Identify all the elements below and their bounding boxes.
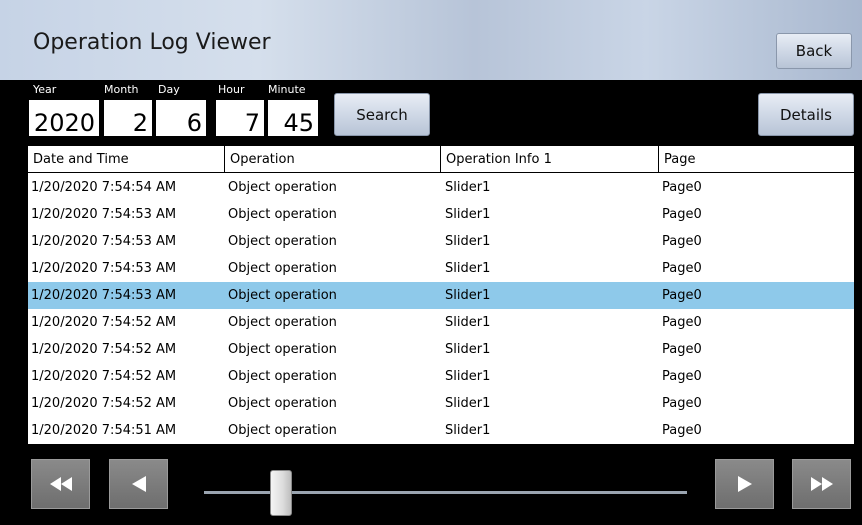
cell-date-time: 1/20/2020 7:54:53 AM xyxy=(31,207,177,222)
hour-label: Hour xyxy=(218,83,245,96)
cell-operation: Object operation xyxy=(228,288,337,303)
table-row[interactable]: 1/20/2020 7:54:51 AM Object operation Slid… xyxy=(28,417,854,444)
column-header-date-time[interactable]: Date and Time xyxy=(28,146,220,173)
cell-page: Page0 xyxy=(662,342,702,357)
minute-field[interactable]: 45 xyxy=(268,100,318,136)
search-button[interactable]: Search xyxy=(334,93,430,136)
table-row[interactable]: 1/20/2020 7:54:53 AM Object operation Slid… xyxy=(28,201,854,228)
cell-operation-info-1: Slider1 xyxy=(445,207,491,222)
fast-forward-button[interactable] xyxy=(792,459,851,509)
table-row[interactable]: 1/20/2020 7:54:52 AM Object operation Slid… xyxy=(28,363,854,390)
cell-date-time: 1/20/2020 7:54:53 AM xyxy=(31,288,177,303)
day-label: Day xyxy=(158,83,180,96)
log-table: Date and Time Operation Operation Info 1… xyxy=(28,146,854,444)
cell-page: Page0 xyxy=(662,396,702,411)
cell-operation: Object operation xyxy=(228,207,337,222)
previous-icon xyxy=(131,476,146,492)
next-button[interactable] xyxy=(715,459,774,509)
cell-operation: Object operation xyxy=(228,315,337,330)
cell-date-time: 1/20/2020 7:54:52 AM xyxy=(31,369,177,384)
cell-operation-info-1: Slider1 xyxy=(445,288,491,303)
table-row[interactable]: 1/20/2020 7:54:52 AM Object operation Slid… xyxy=(28,309,854,336)
cell-page: Page0 xyxy=(662,207,702,222)
table-row[interactable]: 1/20/2020 7:54:52 AM Object operation Slid… xyxy=(28,390,854,417)
cell-page: Page0 xyxy=(662,369,702,384)
hour-field[interactable]: 7 xyxy=(216,100,264,136)
minute-label: Minute xyxy=(268,83,306,96)
table-header: Date and Time Operation Operation Info 1… xyxy=(28,146,854,173)
details-button[interactable]: Details xyxy=(758,93,854,136)
cell-date-time: 1/20/2020 7:54:54 AM xyxy=(31,180,177,195)
cell-operation-info-1: Slider1 xyxy=(445,315,491,330)
operation-log-viewer: Operation Log Viewer Back Year Month Day… xyxy=(0,0,862,525)
page-title: Operation Log Viewer xyxy=(33,30,271,55)
cell-operation-info-1: Slider1 xyxy=(445,396,491,411)
cell-operation: Object operation xyxy=(228,423,337,438)
scroll-slider-thumb[interactable] xyxy=(270,470,292,516)
table-row[interactable]: 1/20/2020 7:54:53 AM Object operation Slid… xyxy=(28,255,854,282)
cell-operation: Object operation xyxy=(228,396,337,411)
column-header-page[interactable]: Page xyxy=(658,146,854,173)
cell-date-time: 1/20/2020 7:54:52 AM xyxy=(31,315,177,330)
column-header-operation[interactable]: Operation xyxy=(224,146,440,173)
previous-button[interactable] xyxy=(109,459,168,509)
table-row[interactable]: 1/20/2020 7:54:54 AM Object operation Slid… xyxy=(28,174,854,201)
cell-operation: Object operation xyxy=(228,369,337,384)
cell-page: Page0 xyxy=(662,180,702,195)
cell-operation-info-1: Slider1 xyxy=(445,342,491,357)
cell-date-time: 1/20/2020 7:54:53 AM xyxy=(31,261,177,276)
cell-operation-info-1: Slider1 xyxy=(445,180,491,195)
cell-operation-info-1: Slider1 xyxy=(445,234,491,249)
cell-page: Page0 xyxy=(662,423,702,438)
fast-forward-icon xyxy=(810,477,833,491)
fast-rewind-icon xyxy=(49,477,72,491)
month-label: Month xyxy=(104,83,139,96)
cell-operation-info-1: Slider1 xyxy=(445,261,491,276)
cell-operation: Object operation xyxy=(228,234,337,249)
next-icon xyxy=(737,476,752,492)
fast-rewind-button[interactable] xyxy=(31,459,90,509)
cell-operation: Object operation xyxy=(228,261,337,276)
table-row[interactable]: 1/20/2020 7:54:53 AM Object operation Slid… xyxy=(28,282,854,309)
year-label: Year xyxy=(33,83,57,96)
cell-operation: Object operation xyxy=(228,342,337,357)
day-field[interactable]: 6 xyxy=(156,100,206,136)
cell-page: Page0 xyxy=(662,315,702,330)
column-header-operation-info-1[interactable]: Operation Info 1 xyxy=(440,146,658,173)
year-field[interactable]: 2020 xyxy=(29,100,99,136)
back-button[interactable]: Back xyxy=(776,33,852,69)
cell-page: Page0 xyxy=(662,288,702,303)
table-row[interactable]: 1/20/2020 7:54:53 AM Object operation Slid… xyxy=(28,228,854,255)
cell-date-time: 1/20/2020 7:54:52 AM xyxy=(31,396,177,411)
cell-operation-info-1: Slider1 xyxy=(445,423,491,438)
month-field[interactable]: 2 xyxy=(104,100,152,136)
table-row[interactable]: 1/20/2020 7:54:52 AM Object operation Slid… xyxy=(28,336,854,363)
cell-page: Page0 xyxy=(662,261,702,276)
cell-operation: Object operation xyxy=(228,180,337,195)
cell-page: Page0 xyxy=(662,234,702,249)
cell-date-time: 1/20/2020 7:54:51 AM xyxy=(31,423,177,438)
cell-operation-info-1: Slider1 xyxy=(445,369,491,384)
cell-date-time: 1/20/2020 7:54:52 AM xyxy=(31,342,177,357)
cell-date-time: 1/20/2020 7:54:53 AM xyxy=(31,234,177,249)
